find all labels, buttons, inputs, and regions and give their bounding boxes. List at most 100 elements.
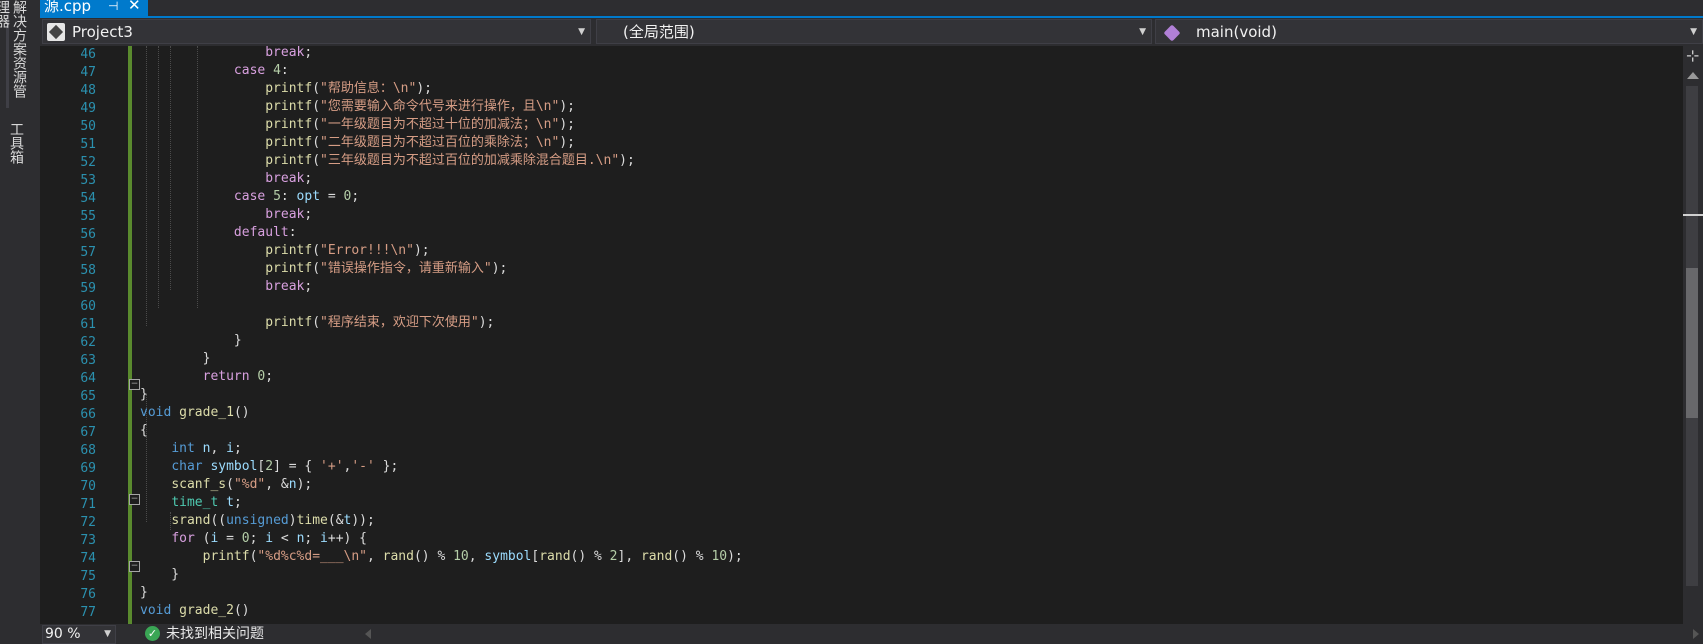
zoom-value: 90 % (45, 626, 81, 642)
line-number: 57 (80, 245, 96, 260)
document-tab-row: 源.cpp ⊣ ✕ (40, 0, 1703, 18)
line-number: 74 (80, 551, 96, 566)
chevron-down-icon: ▼ (104, 629, 111, 639)
close-icon[interactable]: ✕ (128, 0, 141, 13)
line-number: 49 (80, 101, 96, 116)
line-number: 54 (80, 191, 96, 206)
document-tab[interactable]: 源.cpp ⊣ ✕ (40, 0, 148, 16)
chevron-down-icon: ▼ (1690, 27, 1697, 37)
pin-icon[interactable]: ⊣ (108, 0, 118, 13)
scope-dropdown[interactable]: (全局范围) ▼ (596, 19, 1152, 44)
line-number: 50 (80, 119, 96, 134)
code-line: default: (233, 225, 297, 240)
code-line: void grade_1() (140, 405, 250, 420)
method-icon (1163, 24, 1181, 42)
code-line: { (140, 423, 148, 438)
document-tab-name: 源.cpp (44, 0, 92, 15)
toolbox-tab[interactable]: 工具箱 (6, 122, 24, 172)
code-line: printf("三年级题目为不超过百位的加减乘除混合题目.\n"); (265, 153, 635, 168)
code-line: for (i = 0; i < n; i++) { (171, 531, 368, 546)
member-label: main(void) (1196, 23, 1277, 41)
code-line: } (140, 387, 148, 402)
code-line: printf("程序结束，欢迎下次使用"); (265, 315, 495, 330)
code-line: printf("一年级题目为不超过十位的加减法；\n"); (265, 117, 575, 132)
chevron-down-icon: ▼ (1139, 27, 1146, 37)
line-number: 59 (80, 281, 96, 296)
code-line: printf("您需要输入命令代号来进行操作，且\n"); (265, 99, 575, 114)
fold-toggle[interactable]: − (129, 379, 140, 390)
line-number: 64 (80, 371, 96, 386)
line-number: 52 (80, 155, 96, 170)
project-dropdown[interactable]: Project3 ▼ (42, 19, 591, 44)
check-circle-icon: ✓ (145, 626, 160, 641)
line-number: 76 (80, 587, 96, 602)
code-line: time_t t; (171, 495, 242, 510)
code-line: printf("错误操作指令，请重新输入"); (265, 261, 508, 276)
scroll-position-marker (1683, 214, 1703, 216)
solution-explorer-tab[interactable]: 解决方案资源管理器 (0, 0, 27, 108)
scrollbar-thumb[interactable] (1686, 268, 1698, 418)
scope-label: (全局范围) (623, 23, 695, 41)
line-number-gutter: 46 47 48 49 50 51 52 53 54 55 56 57 58 59 60 61 62 63 64 65… (40, 46, 125, 624)
navigation-bar: Project3 ▼ (全局范围) ▼ main(void) ▼ (40, 18, 1703, 46)
project-icon (47, 23, 65, 41)
line-number: 68 (80, 443, 96, 458)
code-line: printf("%d%c%d=___\n", rand() % 10, symb… (202, 549, 743, 564)
code-line: } (140, 333, 242, 348)
horizontal-scrollbar[interactable] (365, 629, 1703, 639)
line-number: 65 (80, 389, 96, 404)
code-editor[interactable]: 46 47 48 49 50 51 52 53 54 55 56 57 58 59 60 61 62 63 64 65… (40, 46, 1683, 624)
line-number: 73 (80, 533, 96, 548)
line-number: 62 (80, 335, 96, 350)
line-number: 67 (80, 425, 96, 440)
code-line: break; (265, 171, 313, 186)
line-number: 66 (80, 407, 96, 422)
code-line: } (140, 567, 180, 582)
line-number: 69 (80, 461, 96, 476)
split-view-icon[interactable]: ⊹ (1686, 48, 1699, 64)
issues-status[interactable]: 未找到相关问题 (166, 625, 264, 643)
line-number: 77 (80, 605, 96, 620)
change-tracking-bar (128, 46, 132, 624)
vertical-scrollbar[interactable]: ⊹ (1683, 46, 1703, 624)
line-number: 61 (80, 317, 96, 332)
code-line: return 0; (202, 369, 274, 384)
line-number: 51 (80, 137, 96, 152)
line-number: 71 (80, 497, 96, 512)
code-line: srand((unsigned)time(&t)); (171, 513, 375, 528)
member-dropdown[interactable]: main(void) ▼ (1155, 19, 1703, 44)
zoom-dropdown[interactable]: 90 % ▼ (42, 625, 116, 644)
line-number: 72 (80, 515, 96, 530)
code-line: } (140, 351, 211, 366)
code-line: char symbol[2] = { '+','-' }; (171, 459, 399, 474)
editor-status-bar: 90 % ▼ ✓ 未找到相关问题 (40, 624, 1703, 644)
line-number: 63 (80, 353, 96, 368)
line-number: 56 (80, 227, 96, 242)
line-number: 58 (80, 263, 96, 278)
scroll-left-icon[interactable] (365, 629, 371, 639)
tool-window-strip: 解决方案资源管理器 工具箱 (0, 0, 40, 644)
code-line: printf("帮助信息：\n"); (265, 81, 432, 96)
code-line: printf("Error!!!\n"); (265, 243, 430, 258)
code-line: case 4: (233, 63, 289, 78)
fold-toggle[interactable]: − (129, 494, 140, 505)
code-line: break; (265, 46, 313, 60)
scroll-up-icon[interactable] (1687, 72, 1699, 79)
code-line: break; (265, 207, 313, 222)
code-line: case 5: opt = 0; (233, 189, 360, 204)
code-line: void grade_2() (140, 603, 250, 618)
code-line: scanf_s("%d", &n); (171, 477, 313, 492)
line-number: 46 (80, 47, 96, 62)
line-number: 48 (80, 83, 96, 98)
code-line: } (140, 585, 148, 600)
code-line: printf("二年级题目为不超过百位的乘除法；\n"); (265, 135, 575, 150)
fold-toggle[interactable]: − (129, 561, 140, 572)
line-number: 53 (80, 173, 96, 188)
chevron-down-icon: ▼ (578, 27, 585, 37)
line-number: 70 (80, 479, 96, 494)
scroll-right-icon[interactable] (1693, 629, 1699, 639)
line-number: 55 (80, 209, 96, 224)
line-number: 75 (80, 569, 96, 584)
project-label: Project3 (72, 23, 133, 41)
line-number: 47 (80, 65, 96, 80)
